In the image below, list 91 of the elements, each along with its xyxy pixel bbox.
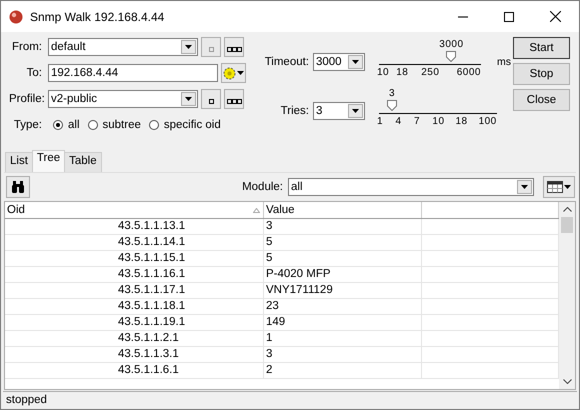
- table-cell: 149: [264, 315, 422, 330]
- action-button[interactable]: Close: [513, 89, 570, 111]
- dots-icon: [226, 99, 242, 104]
- table-cell: 3: [264, 347, 422, 362]
- tick-label: 10: [377, 67, 390, 78]
- table-cell: 43.5.1.1.14.1: [5, 235, 264, 250]
- table-cell: VNY1711129: [264, 283, 422, 298]
- square-icon: [208, 47, 214, 52]
- table-cell: 3: [264, 219, 422, 234]
- close-icon[interactable]: [550, 11, 561, 22]
- type-radio[interactable]: specific oid: [148, 119, 221, 131]
- table-cell: 23: [264, 299, 422, 314]
- dots-icon: [226, 47, 242, 52]
- dropdown-arrow-icon: [185, 97, 192, 101]
- slider-thumb[interactable]: [446, 51, 456, 62]
- tick-label: 18: [396, 67, 410, 78]
- column-header[interactable]: Value: [264, 202, 422, 218]
- table-cell: 1: [264, 331, 422, 346]
- slider-track[interactable]: [379, 100, 497, 114]
- timeout-dropdown[interactable]: 3000: [313, 53, 365, 71]
- window-title: Snmp Walk 192.168.4.44: [30, 10, 164, 24]
- table-cell: 43.5.1.1.15.1: [5, 251, 264, 266]
- tick-label: 6000: [456, 67, 481, 78]
- profile-label: Profile:: [9, 93, 42, 105]
- scrollbar[interactable]: [559, 202, 575, 389]
- table-cell: P-4020 MFP: [264, 267, 422, 282]
- slider-reading: 3000: [439, 39, 464, 50]
- column-header[interactable]: Oid: [5, 202, 264, 218]
- table-cell: 43.5.1.1.19.1: [5, 315, 264, 330]
- unit-label: ms: [497, 56, 511, 68]
- tries-label: Tries:: [280, 105, 309, 117]
- dropdown-arrow-icon: [352, 109, 359, 113]
- to-field[interactable]: 192.168.4.44: [48, 64, 218, 82]
- gear-icon: [223, 66, 236, 80]
- dropdown-arrow-icon: [185, 45, 192, 49]
- from-label: From:: [10, 41, 42, 53]
- table-icon: [547, 181, 563, 193]
- tick-label: 1: [377, 116, 384, 127]
- slider-track[interactable]: [379, 51, 481, 65]
- scroll-up-icon[interactable]: [562, 207, 572, 212]
- table-cell: 43.5.1.1.17.1: [5, 283, 264, 298]
- columns-button[interactable]: [543, 176, 575, 198]
- tries-dropdown[interactable]: 3: [313, 102, 365, 120]
- tick-label: 10: [432, 116, 446, 127]
- type-radio[interactable]: subtree: [88, 119, 141, 131]
- tick-label: 250: [421, 67, 440, 78]
- tab[interactable]: List: [5, 152, 33, 172]
- tab[interactable]: Tree: [32, 150, 66, 172]
- dropdown-arrow-icon: [521, 185, 528, 189]
- profile-dropdown[interactable]: v2-public: [48, 90, 198, 108]
- dropdown-arrow-icon: [352, 60, 359, 64]
- table-cell: 43.5.1.1.13.1: [5, 219, 264, 234]
- table-cell: 5: [264, 251, 422, 266]
- sort-icon: [253, 208, 260, 212]
- module-label: Module:: [242, 181, 283, 193]
- table-cell: 43.5.1.1.6.1: [5, 363, 264, 378]
- tick-label: 4: [395, 116, 403, 127]
- maximize-icon[interactable]: [504, 12, 514, 22]
- table-cell: 43.5.1.1.2.1: [5, 331, 264, 346]
- tick-label: 18: [455, 116, 469, 127]
- square-icon: [208, 99, 214, 104]
- binoculars-icon: [11, 181, 25, 193]
- table-cell: 5: [264, 235, 422, 250]
- action-button[interactable]: Start: [513, 37, 570, 59]
- table-cell: 43.5.1.1.3.1: [5, 347, 264, 362]
- type-label: Type:: [12, 119, 42, 131]
- action-button[interactable]: Stop: [513, 63, 570, 85]
- scroll-down-icon[interactable]: [562, 379, 572, 384]
- caret-icon: [237, 71, 244, 75]
- from-dropdown[interactable]: default: [48, 38, 198, 56]
- slider-reading: 3: [388, 88, 395, 99]
- caret-icon: [564, 185, 571, 189]
- table-cell: 43.5.1.1.18.1: [5, 299, 264, 314]
- find-button[interactable]: [6, 176, 30, 198]
- status-bar: stopped: [3, 391, 577, 409]
- tab[interactable]: Table: [64, 152, 102, 172]
- tick-label: 100: [478, 116, 498, 127]
- tools-button[interactable]: [221, 63, 246, 83]
- edit-button[interactable]: [201, 89, 221, 109]
- tick-label: 7: [414, 116, 421, 127]
- table-cell: 2: [264, 363, 422, 378]
- to-label: To:: [26, 67, 42, 79]
- type-radio[interactable]: all: [53, 119, 80, 131]
- table-cell: 43.5.1.1.16.1: [5, 267, 264, 282]
- more-button[interactable]: [224, 89, 244, 109]
- app-icon: [9, 10, 23, 24]
- timeout-label: Timeout:: [264, 56, 309, 68]
- scrollbar-thumb[interactable]: [561, 217, 573, 233]
- slider-thumb[interactable]: [386, 100, 397, 111]
- more-button[interactable]: [224, 37, 244, 57]
- module-dropdown[interactable]: all: [288, 178, 534, 196]
